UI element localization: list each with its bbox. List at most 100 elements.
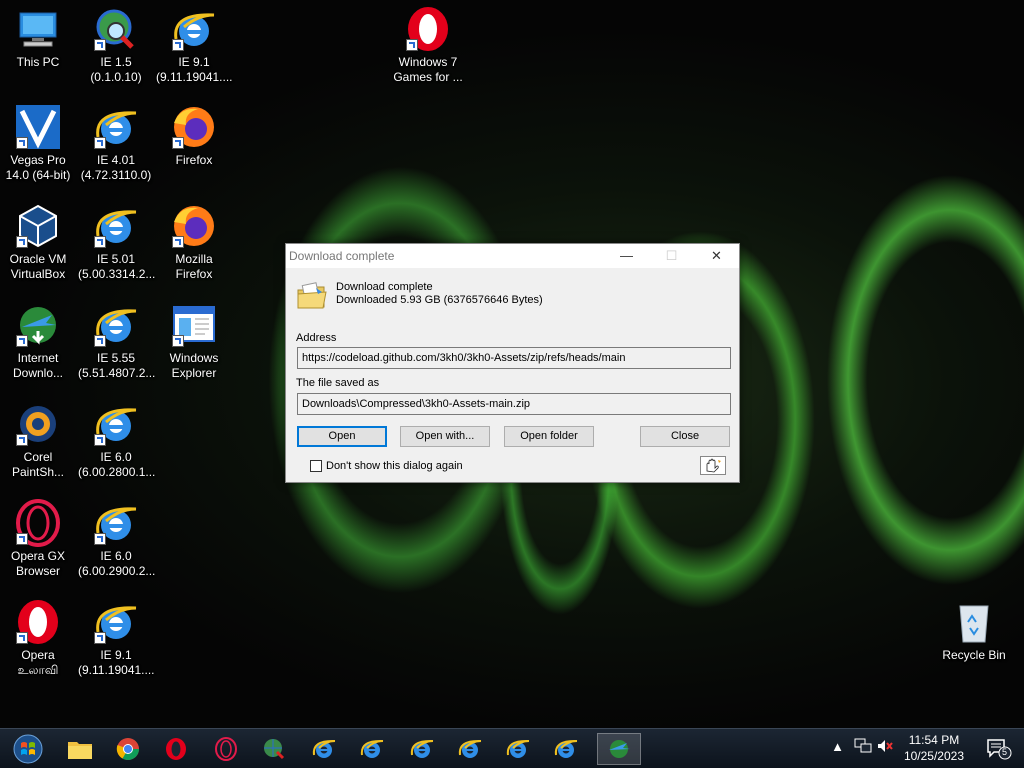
desktop-icon[interactable]: IE 4.01 (4.72.3110.0) xyxy=(78,103,154,183)
open-folder-button[interactable]: Open folder xyxy=(504,426,594,447)
taskbar-ie-icon[interactable] xyxy=(546,733,586,765)
network-icon[interactable] xyxy=(854,738,872,757)
shortcut-arrow-icon xyxy=(172,137,184,149)
shortcut-arrow-icon xyxy=(94,533,106,545)
desktop-icon[interactable]: Oracle VM VirtualBox xyxy=(0,202,76,282)
address-field[interactable]: https://codeload.github.com/3kh0/3kh0-As… xyxy=(297,347,731,369)
ie-icon xyxy=(92,301,140,349)
open-with-button[interactable]: Open with... xyxy=(400,426,490,447)
ie-icon xyxy=(92,103,140,151)
notification-center-icon[interactable]: 5 xyxy=(986,738,1012,760)
shortcut-arrow-icon xyxy=(16,434,28,446)
desktop-icon[interactable]: IE 9.1 (9.11.19041.... xyxy=(156,5,233,85)
computer-icon xyxy=(14,5,62,53)
opera-icon xyxy=(14,598,62,646)
taskbar-ie-icon[interactable] xyxy=(450,733,490,765)
desktop-icon-label: Vegas Pro 14.0 (64-bit) xyxy=(5,153,71,182)
desktop-icon-label: Opera உலாவி xyxy=(17,648,59,677)
firefox-icon xyxy=(170,103,218,151)
shortcut-arrow-icon xyxy=(94,137,106,149)
idm-icon xyxy=(14,301,62,349)
taskbar-ie-icon[interactable] xyxy=(352,733,392,765)
desktop-icon-label: IE 9.1 (9.11.19041.... xyxy=(78,648,155,677)
close-window-button[interactable]: ✕ xyxy=(694,244,739,268)
desktop-icon[interactable]: Recycle Bin xyxy=(936,598,1012,663)
dialog-heading: Download complete xyxy=(336,281,433,293)
folder-download-icon xyxy=(296,280,328,312)
desktop-icon[interactable]: Mozilla Firefox xyxy=(156,202,232,282)
desktop-icon-label: Firefox xyxy=(175,153,213,167)
desktop-icon[interactable]: IE 5.55 (5.51.4807.2... xyxy=(78,301,156,381)
volume-muted-icon[interactable] xyxy=(876,738,894,757)
opera-gx-icon xyxy=(14,499,62,547)
taskbar-ie-icon[interactable] xyxy=(304,733,344,765)
shortcut-arrow-icon xyxy=(94,39,106,51)
desktop-icon[interactable]: Windows Explorer xyxy=(156,301,232,381)
dialog-title: Download complete xyxy=(289,249,395,263)
clock[interactable]: 11:54 PM 10/25/2023 xyxy=(904,732,964,764)
desktop-icon[interactable]: This PC xyxy=(0,5,76,70)
dialog-titlebar[interactable]: Download complete — ☐ ✕ xyxy=(286,244,739,268)
desktop-icon[interactable]: IE 6.0 (6.00.2900.2... xyxy=(78,499,156,579)
shortcut-arrow-icon xyxy=(16,632,28,644)
desktop-icon[interactable]: IE 5.01 (5.00.3314.2... xyxy=(78,202,155,282)
desktop-icon-label: Corel PaintSh... xyxy=(11,450,65,479)
desktop-icon-label: Mozilla Firefox xyxy=(175,252,213,281)
download-size: Downloaded 5.93 GB (6376576646 Bytes) xyxy=(336,294,543,306)
virtualbox-icon xyxy=(14,202,62,250)
taskbar-file-explorer-icon[interactable] xyxy=(60,733,100,765)
shortcut-arrow-icon xyxy=(94,632,106,644)
desktop-icon[interactable]: IE 1.5 (0.1.0.10) xyxy=(78,5,154,85)
minimize-button[interactable]: — xyxy=(604,244,649,268)
desktop-icon[interactable]: Vegas Pro 14.0 (64-bit) xyxy=(0,103,76,183)
desktop-icon-label: Windows Explorer xyxy=(169,351,219,380)
desktop-icon[interactable]: Internet Downlo... xyxy=(0,301,76,381)
taskbar-globe-icon[interactable] xyxy=(254,733,294,765)
ie-search-icon xyxy=(92,5,140,53)
taskbar-idm-icon[interactable] xyxy=(597,733,641,765)
desktop-icon-label: Recycle Bin xyxy=(942,648,1006,662)
maximize-button: ☐ xyxy=(665,248,678,263)
dont-show-label[interactable]: Don't show this dialog again xyxy=(326,460,463,472)
firefox-icon xyxy=(170,202,218,250)
taskbar-opera-gx-icon[interactable] xyxy=(206,733,246,765)
saved-path-field[interactable]: Downloads\Compressed\3kh0-Assets-main.zi… xyxy=(297,393,731,415)
shortcut-arrow-icon xyxy=(94,434,106,446)
shortcut-arrow-icon xyxy=(94,236,106,248)
open-button[interactable]: Open xyxy=(297,426,387,447)
taskbar-ie-icon[interactable] xyxy=(498,733,538,765)
desktop-icon-label: IE 5.55 (5.51.4807.2... xyxy=(78,351,156,380)
dont-show-checkbox[interactable] xyxy=(310,460,322,472)
desktop-icon-label: This PC xyxy=(16,55,60,69)
desktop-icon-label: IE 6.0 (6.00.2800.1... xyxy=(78,450,156,479)
desktop-icon[interactable]: Corel PaintSh... xyxy=(0,400,76,480)
ie-icon xyxy=(92,202,140,250)
desktop-icon-label: IE 1.5 (0.1.0.10) xyxy=(90,55,142,84)
shortcut-arrow-icon xyxy=(16,236,28,248)
desktop-icon[interactable]: Firefox xyxy=(156,103,232,168)
desktop-icon-label: IE 9.1 (9.11.19041.... xyxy=(156,55,233,84)
show-hidden-icons-icon[interactable]: ▲ xyxy=(831,739,844,754)
taskbar-ie-icon[interactable] xyxy=(402,733,442,765)
desktop-icon-label: Windows 7 Games for ... xyxy=(393,55,463,84)
shortcut-arrow-icon xyxy=(94,335,106,347)
desktop-icon[interactable]: Opera உலாவி xyxy=(0,598,76,678)
desktop-icon[interactable]: Windows 7 Games for ... xyxy=(390,5,466,85)
opera-icon xyxy=(404,5,452,53)
taskbar-opera-icon[interactable] xyxy=(156,733,196,765)
start-button[interactable] xyxy=(8,733,48,765)
desktop-icon-label: IE 6.0 (6.00.2900.2... xyxy=(78,549,156,578)
close-button[interactable]: Close xyxy=(640,426,730,447)
desktop-icon[interactable]: Opera GX Browser xyxy=(0,499,76,579)
saved-as-label: The file saved as xyxy=(296,377,380,389)
desktop-icon[interactable]: IE 9.1 (9.11.19041.... xyxy=(78,598,155,678)
desktop-icon-label: Opera GX Browser xyxy=(10,549,66,578)
ie-icon xyxy=(170,5,218,53)
taskbar-chrome-icon[interactable] xyxy=(108,733,148,765)
clock-time: 11:54 PM xyxy=(908,733,960,747)
recycle-bin-icon xyxy=(950,598,998,646)
idm-hand-icon[interactable] xyxy=(700,456,726,475)
desktop-icon[interactable]: IE 6.0 (6.00.2800.1... xyxy=(78,400,156,480)
shortcut-arrow-icon xyxy=(16,335,28,347)
shortcut-arrow-icon xyxy=(406,39,418,51)
